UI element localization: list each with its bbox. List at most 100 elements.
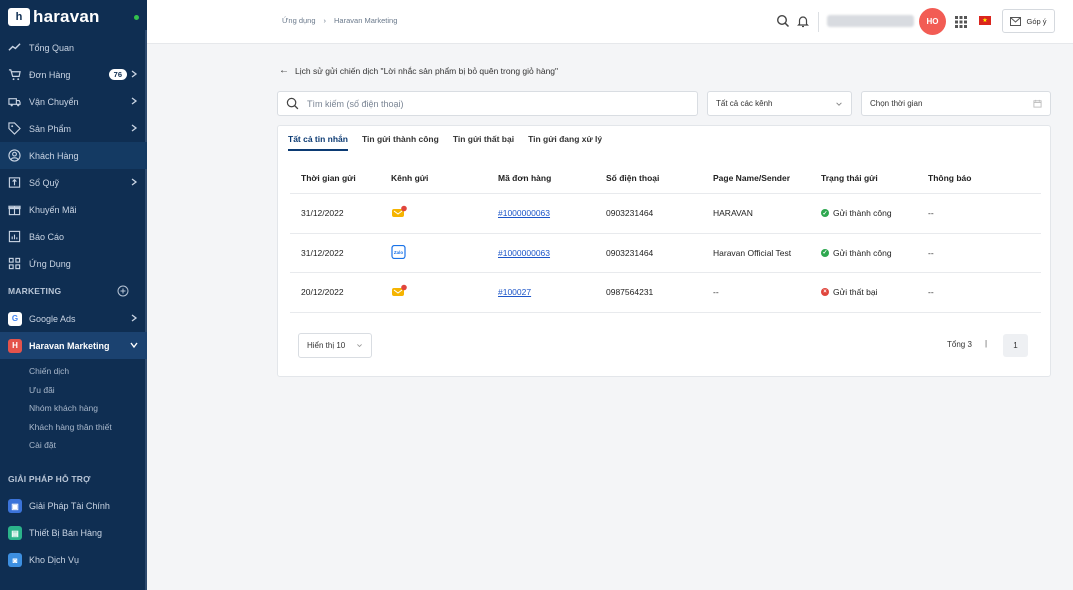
tab-processing[interactable]: Tin gửi đang xử lý: [528, 134, 602, 151]
tab-sent-failed[interactable]: Tin gửi thất bại: [453, 134, 514, 151]
total-count: Tổng 3: [947, 340, 972, 349]
mail-icon: [1010, 16, 1022, 26]
history-table: Thời gian gửi Kênh gửi Mã đơn hàng Số đi…: [290, 162, 1041, 313]
order-link[interactable]: #100027: [498, 287, 531, 297]
sidebar-item-pos-devices[interactable]: ▤ Thiết Bị Bán Hàng: [0, 520, 147, 547]
chevron-right-icon: [131, 70, 138, 78]
vietnam-flag-icon[interactable]: ★: [979, 16, 991, 25]
finance-icon: ▣: [8, 499, 22, 513]
messenger-channel-icon: [391, 205, 407, 221]
chevron-down-icon: [836, 101, 842, 106]
channel-select-value: Tất cả các kênh: [716, 99, 773, 108]
col-sender: Page Name/Sender: [713, 172, 791, 183]
cell-time: 20/12/2022: [301, 287, 344, 298]
sidebar-item-services[interactable]: ◙ Kho Dịch Vụ: [0, 547, 147, 574]
topbar-divider: [818, 12, 819, 32]
report-icon: [8, 230, 21, 243]
sidebar-item-reports[interactable]: Báo Cáo: [0, 223, 147, 250]
chevron-right-icon: [131, 124, 138, 132]
sidebar-item-label: Vận Chuyển: [29, 96, 79, 107]
sidebar-item-label: Kho Dịch Vụ: [29, 555, 80, 565]
sidebar-item-orders[interactable]: Đơn Hàng 76: [0, 61, 147, 88]
bell-icon[interactable]: [796, 14, 810, 28]
order-link[interactable]: #1000000063: [498, 208, 550, 218]
sidebar-item-haravan-marketing[interactable]: H Haravan Marketing: [0, 332, 147, 359]
status-text: Gửi thành công: [833, 247, 892, 258]
table-row: 31/12/2022 Zalo #1000000063 0903231464 H…: [290, 234, 1041, 273]
col-notification: Thông báo: [928, 172, 972, 183]
chart-line-icon: [8, 41, 21, 54]
feedback-button[interactable]: Góp ý: [1002, 9, 1055, 33]
submenu-settings[interactable]: Cài đặt: [0, 436, 147, 455]
sidebar-item-label: Đơn Hàng: [29, 69, 71, 80]
add-channel-plus-icon[interactable]: [117, 285, 129, 297]
cell-phone: 0903231464: [606, 247, 654, 258]
marketing-title-text: MARKETING: [8, 286, 62, 296]
haravan-marketing-submenu: Chiến dịch Ưu đãi Nhóm khách hàng Khách …: [0, 359, 147, 455]
sidebar-item-label: Giải Pháp Tài Chính: [29, 501, 110, 511]
sidebar: h haravan Tổng Quan Đơn Hàng 76 Vận Chuy…: [0, 0, 147, 590]
sidebar-item-promotions[interactable]: Khuyến Mãi: [0, 196, 147, 223]
search-icon[interactable]: [776, 14, 790, 28]
zalo-label: Zalo: [394, 250, 404, 255]
tab-all-messages[interactable]: Tất cả tin nhắn: [288, 134, 348, 151]
cell-phone: 0987564231: [606, 287, 654, 298]
pager-separator: |: [985, 339, 988, 348]
sidebar-item-google-ads[interactable]: G Google Ads: [0, 305, 147, 332]
page-size-value: Hiển thị 10: [307, 341, 346, 350]
topbar: Ứng dụng › Haravan Marketing HO ★ Góp ý: [147, 0, 1073, 44]
table-row: 20/12/2022 #100027 0987564231 -- × Gửi t…: [290, 273, 1041, 313]
cell-channel: [391, 284, 498, 300]
sidebar-item-apps[interactable]: Ứng Dụng: [0, 250, 147, 277]
cell-time: 31/12/2022: [301, 208, 344, 219]
breadcrumb-haravan-marketing[interactable]: Haravan Marketing: [334, 16, 397, 25]
store-name-blurred[interactable]: [827, 15, 914, 27]
order-link[interactable]: #1000000063: [498, 248, 550, 258]
cell-note: --: [928, 208, 934, 219]
status-text: Gửi thất bại: [833, 287, 878, 298]
zalo-channel-icon: Zalo: [391, 244, 407, 261]
sidebar-item-label: Khuyến Mãi: [29, 204, 77, 215]
cell-status: × Gửi thất bại: [821, 287, 928, 297]
sidebar-item-shipping[interactable]: Vận Chuyển: [0, 88, 147, 115]
page-size-select[interactable]: Hiển thị 10: [298, 333, 372, 358]
logo[interactable]: h haravan: [0, 0, 147, 34]
breadcrumb-apps[interactable]: Ứng dụng: [282, 16, 316, 25]
status-text: Gửi thành công: [833, 208, 892, 219]
page-number-button[interactable]: 1: [1003, 334, 1028, 357]
search-input[interactable]: [307, 98, 677, 109]
tab-sent-success[interactable]: Tin gửi thành công: [362, 134, 439, 151]
feedback-label: Góp ý: [1026, 16, 1047, 26]
cell-phone: 0903231464: [606, 208, 654, 219]
marketing-section-title: MARKETING: [0, 277, 147, 305]
date-picker[interactable]: Chọn thời gian: [861, 91, 1051, 116]
campaign-history-title: Lịch sử gửi chiến dịch "Lời nhắc sản phẩ…: [295, 65, 559, 76]
submenu-customer-groups[interactable]: Nhóm khách hàng: [0, 399, 147, 418]
table-row: 31/12/2022 #1000000063 0903231464 HARAVA…: [290, 194, 1041, 234]
tag-icon: [8, 122, 21, 135]
error-circle-icon: ×: [821, 288, 829, 297]
channel-select[interactable]: Tất cả các kênh: [707, 91, 852, 116]
table-header: Thời gian gửi Kênh gửi Mã đơn hàng Số đi…: [290, 162, 1041, 194]
sidebar-item-label: Sản Phẩm: [29, 123, 72, 134]
submenu-loyal-customers[interactable]: Khách hàng thân thiết: [0, 418, 147, 437]
app-grid-icon[interactable]: [955, 16, 967, 28]
avatar[interactable]: HO: [919, 8, 946, 35]
cell-note: --: [928, 247, 934, 258]
submenu-offers[interactable]: Ưu đãi: [0, 381, 147, 400]
sidebar-item-products[interactable]: Sản Phẩm: [0, 115, 147, 142]
col-phone: Số điện thoại: [606, 172, 660, 183]
search-box[interactable]: [277, 91, 698, 116]
sidebar-item-cashbook[interactable]: Sổ Quỹ: [0, 169, 147, 196]
chevron-right-icon: [131, 178, 138, 186]
chevron-down-icon: [357, 344, 362, 348]
date-picker-placeholder: Chọn thời gian: [870, 99, 923, 108]
sidebar-item-customers[interactable]: Khách Hàng: [0, 142, 147, 169]
sidebar-item-label: Khách Hàng: [29, 150, 79, 161]
submenu-campaigns[interactable]: Chiến dịch: [0, 362, 147, 381]
sidebar-item-overview[interactable]: Tổng Quan: [0, 34, 147, 61]
sidebar-item-finance[interactable]: ▣ Giải Pháp Tài Chính: [0, 493, 147, 520]
support-section-title: GIẢI PHÁP HỖ TRỢ: [8, 473, 91, 484]
service-store-icon: ◙: [8, 553, 22, 567]
back-link[interactable]: ← Lịch sử gửi chiến dịch "Lời nhắc sản p…: [279, 65, 558, 76]
